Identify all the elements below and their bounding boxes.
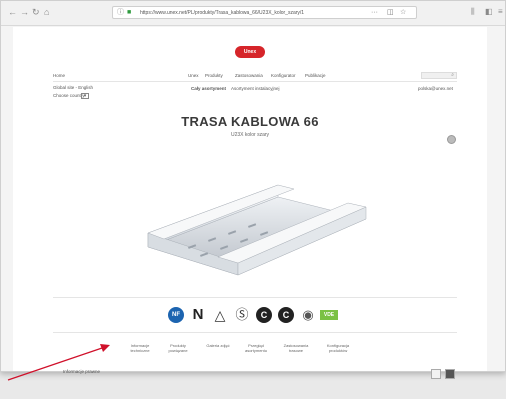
annotation-arrow [7,344,110,381]
